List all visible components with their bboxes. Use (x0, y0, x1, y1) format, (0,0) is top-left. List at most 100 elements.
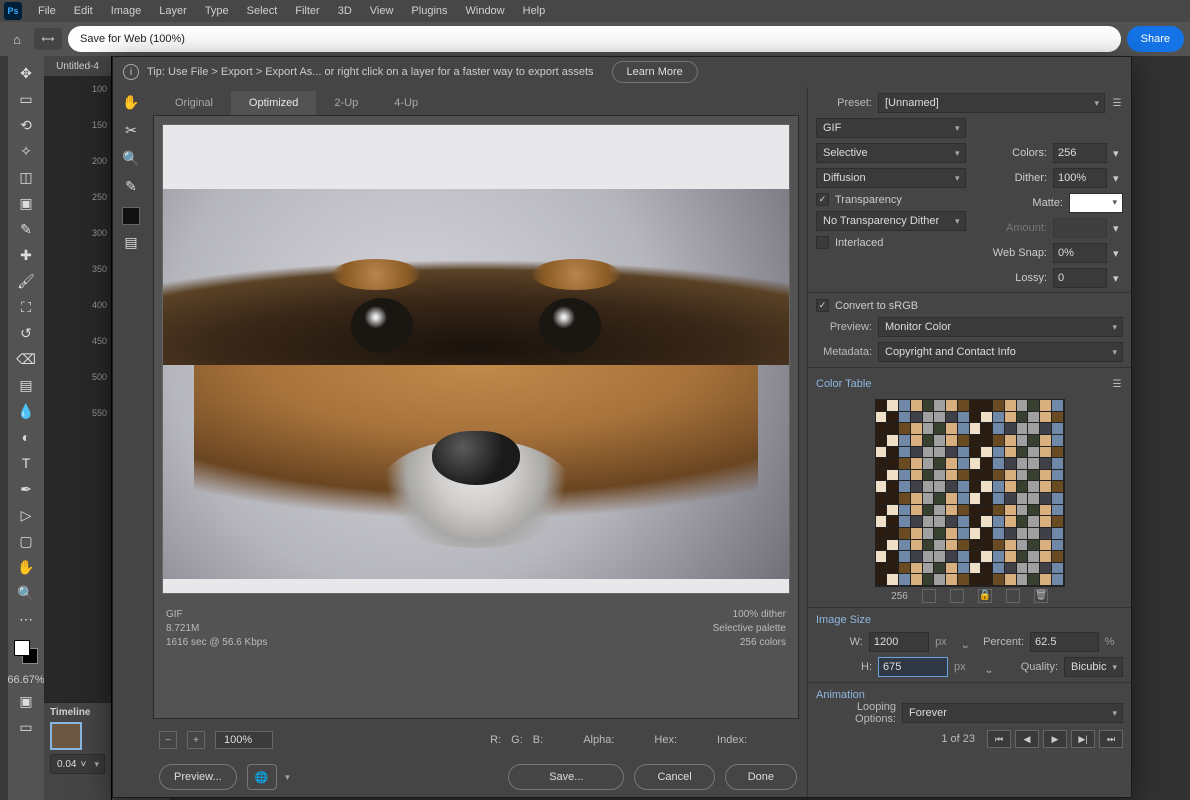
home-button[interactable]: ⌂ (6, 28, 28, 50)
filesize-label: 8.721M (166, 622, 267, 636)
type-tool[interactable]: T (15, 452, 37, 474)
timeline-frame-thumb[interactable] (50, 722, 82, 750)
zoom-tool[interactable]: 🔍 (15, 582, 37, 604)
zoom-select[interactable]: 100% (215, 731, 273, 749)
marquee-tool[interactable]: ▭ (15, 88, 37, 110)
ct-icon-1[interactable] (922, 589, 936, 603)
menu-plugins[interactable]: Plugins (403, 2, 455, 20)
frame-duration[interactable]: 0.04 ˅ (50, 754, 105, 774)
blur-tool[interactable]: 💧 (15, 400, 37, 422)
eyedropper-tool-icon[interactable]: ✎ (120, 175, 142, 197)
quality-select[interactable]: Bicubic (1064, 657, 1123, 677)
menu-view[interactable]: View (362, 2, 402, 20)
frame-tool[interactable]: ▣ (15, 192, 37, 214)
zoom-tool-icon[interactable]: 🔍 (120, 147, 142, 169)
menu-image[interactable]: Image (103, 2, 150, 20)
menu-file[interactable]: File (30, 2, 64, 20)
preview-image[interactable] (162, 124, 790, 594)
width-input[interactable]: 1200 (869, 632, 929, 652)
learn-more-button[interactable]: Learn More (612, 61, 698, 83)
metadata-select[interactable]: Copyright and Contact Info (878, 342, 1123, 362)
height-input[interactable]: 675 (878, 657, 948, 677)
websnap-input[interactable]: 0% (1053, 243, 1107, 263)
history-brush-tool[interactable]: ↺ (15, 322, 37, 344)
done-button[interactable]: Done (725, 764, 797, 790)
search-bar[interactable]: Save for Web (100%) (68, 26, 1121, 52)
pen-tool[interactable]: ✒ (15, 478, 37, 500)
dither-input[interactable]: 100% (1053, 168, 1107, 188)
quickmask-icon[interactable]: ▣ (15, 690, 37, 712)
menu-layer[interactable]: Layer (151, 2, 195, 20)
hand-tool-icon[interactable]: ✋ (120, 91, 142, 113)
ct-new-icon[interactable] (1006, 589, 1020, 603)
browser-preview-button[interactable]: 🌐 (247, 764, 277, 790)
ct-icon-2[interactable] (950, 589, 964, 603)
ct-lock-icon[interactable]: 🔒 (978, 589, 992, 603)
document-tab[interactable]: Untitled-4 (44, 56, 111, 76)
share-button[interactable]: Share (1127, 26, 1184, 52)
zoom-out-icon[interactable]: − (159, 731, 177, 749)
next-frame-button[interactable]: ▶| (1071, 730, 1095, 748)
stamp-tool[interactable]: ⛶ (15, 296, 37, 318)
tab-4up[interactable]: 4-Up (376, 91, 436, 115)
path-select-tool[interactable]: ▷ (15, 504, 37, 526)
eraser-tool[interactable]: ⌫ (15, 348, 37, 370)
tab-optimized[interactable]: Optimized (231, 91, 317, 115)
menu-3d[interactable]: 3D (330, 2, 360, 20)
dither-algo-select[interactable]: Diffusion (816, 168, 966, 188)
colors-input[interactable]: 256 (1053, 143, 1107, 163)
format-select[interactable]: GIF (816, 118, 966, 138)
loop-select[interactable]: Forever (902, 703, 1123, 723)
preview-select[interactable]: Monitor Color (878, 317, 1123, 337)
tab-original[interactable]: Original (157, 91, 231, 115)
play-button[interactable]: ▶ (1043, 730, 1067, 748)
color-table-menu-icon[interactable]: ☰ (1111, 378, 1123, 390)
preset-menu-icon[interactable]: ☰ (1111, 97, 1123, 109)
color-swatches[interactable] (14, 640, 38, 664)
slice-tool-icon[interactable]: ✂ (120, 119, 142, 141)
cancel-button[interactable]: Cancel (634, 764, 714, 790)
color-table-grid[interactable] (875, 399, 1065, 587)
lasso-tool[interactable]: ⟲ (15, 114, 37, 136)
eyedropper-tool[interactable]: ✎ (15, 218, 37, 240)
srgb-check[interactable]: ✓ (816, 299, 829, 312)
last-frame-button[interactable]: ⏭ (1099, 730, 1123, 748)
link-dims-icon-2[interactable]: ⎵ (982, 661, 996, 674)
zoom-mode-icon[interactable]: ⟷ (34, 28, 62, 50)
heal-tool[interactable]: ✚ (15, 244, 37, 266)
menu-filter[interactable]: Filter (287, 2, 327, 20)
menu-window[interactable]: Window (458, 2, 513, 20)
preset-select[interactable]: [Unnamed] (878, 93, 1105, 113)
interlaced-check[interactable] (816, 236, 829, 249)
preview-button[interactable]: Preview... (159, 764, 237, 790)
matte-select[interactable] (1069, 193, 1123, 213)
save-button[interactable]: Save... (508, 764, 624, 790)
first-frame-button[interactable]: ⏮ (987, 730, 1011, 748)
link-dims-icon[interactable]: ⎵ (959, 636, 971, 649)
reduction-select[interactable]: Selective (816, 143, 966, 163)
shape-tool[interactable]: ▢ (15, 530, 37, 552)
menu-help[interactable]: Help (515, 2, 554, 20)
screenmode-icon[interactable]: ▭ (15, 716, 37, 738)
lossy-input[interactable]: 0 (1053, 268, 1107, 288)
brush-tool[interactable]: 🖌 (15, 270, 37, 292)
ct-trash-icon[interactable]: 🗑 (1034, 589, 1048, 603)
transparency-check[interactable]: ✓ (816, 193, 829, 206)
crop-tool[interactable]: ◫ (15, 166, 37, 188)
gradient-tool[interactable]: ▤ (15, 374, 37, 396)
edit-toolbar[interactable]: ⋯ (15, 608, 37, 630)
trans-dither-select[interactable]: No Transparency Dither (816, 211, 966, 231)
tab-2up[interactable]: 2-Up (316, 91, 376, 115)
menu-select[interactable]: Select (239, 2, 286, 20)
slice-visibility-icon[interactable]: ▤ (120, 231, 142, 253)
save-for-web-dialog: i Tip: Use File > Export > Export As... … (112, 56, 1132, 798)
menu-type[interactable]: Type (197, 2, 237, 20)
prev-frame-button[interactable]: ◀ (1015, 730, 1039, 748)
hand-tool[interactable]: ✋ (15, 556, 37, 578)
zoom-in-icon[interactable]: + (187, 731, 205, 749)
wand-tool[interactable]: ✧ (15, 140, 37, 162)
dodge-tool[interactable]: ◐ (15, 426, 37, 448)
percent-input[interactable]: 62.5 (1030, 632, 1099, 652)
move-tool[interactable]: ✥ (15, 62, 37, 84)
menu-edit[interactable]: Edit (66, 2, 101, 20)
